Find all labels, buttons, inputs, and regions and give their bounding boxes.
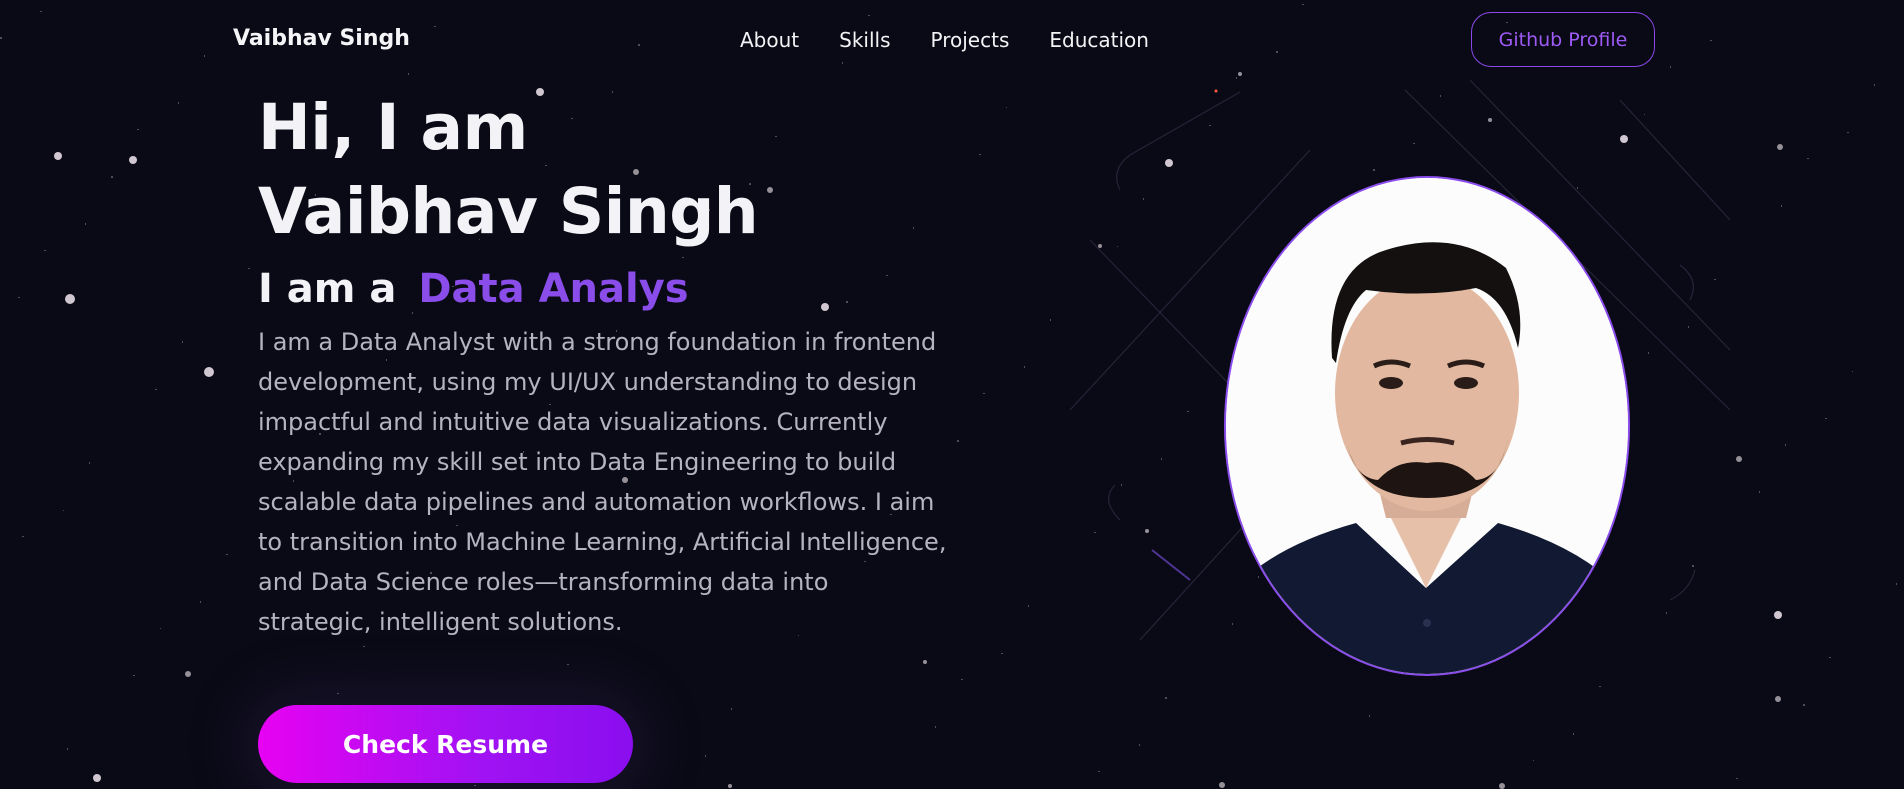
star-speck bbox=[133, 674, 135, 677]
star-speck bbox=[474, 784, 476, 787]
star-speck bbox=[181, 341, 184, 343]
star-dot bbox=[93, 774, 101, 782]
star-speck bbox=[199, 601, 202, 603]
check-resume-button[interactable]: Check Resume bbox=[258, 705, 633, 783]
star-speck bbox=[155, 388, 157, 391]
star-dot bbox=[1777, 144, 1783, 150]
star-speck bbox=[1368, 715, 1371, 717]
role-typewriter-text: Data Analys bbox=[418, 266, 689, 312]
star-speck bbox=[226, 553, 228, 556]
star-speck bbox=[177, 102, 180, 104]
star-speck bbox=[44, 249, 46, 252]
star-speck bbox=[159, 627, 161, 629]
star-speck bbox=[111, 176, 113, 178]
hero-image-area bbox=[1040, 80, 1760, 680]
star-speck bbox=[1572, 733, 1575, 735]
star-speck bbox=[983, 392, 985, 395]
star-speck bbox=[18, 296, 20, 299]
hero-role: I am a Data Analys bbox=[258, 266, 948, 312]
star-speck bbox=[1005, 106, 1007, 108]
star-speck bbox=[1851, 370, 1853, 372]
star-speck bbox=[1829, 656, 1831, 659]
star-speck bbox=[248, 267, 250, 270]
hero-description: I am a Data Analyst with a strong founda… bbox=[258, 328, 947, 636]
star-speck bbox=[1098, 770, 1100, 773]
star-speck bbox=[1001, 652, 1003, 655]
star-speck bbox=[22, 535, 24, 538]
star-speck bbox=[704, 755, 707, 757]
star-speck bbox=[1807, 157, 1809, 160]
star-dot bbox=[728, 784, 732, 788]
star-speck bbox=[1023, 366, 1026, 368]
brand-logo[interactable]: Vaibhav Singh bbox=[233, 26, 410, 51]
star-speck bbox=[1784, 444, 1787, 446]
star-speck bbox=[337, 692, 339, 695]
star-dot bbox=[65, 294, 75, 304]
star-speck bbox=[88, 462, 91, 464]
star-speck bbox=[1895, 583, 1898, 585]
star-dot bbox=[1499, 783, 1505, 789]
nav-link-skills[interactable]: Skills bbox=[839, 28, 890, 52]
nav-link-about[interactable]: About bbox=[740, 28, 799, 52]
star-speck bbox=[1138, 744, 1141, 746]
star-speck bbox=[1780, 205, 1783, 207]
star-speck bbox=[979, 153, 981, 156]
star-speck bbox=[137, 128, 139, 131]
star-dot bbox=[1775, 696, 1781, 702]
star-dot bbox=[54, 152, 62, 160]
star-speck bbox=[1165, 697, 1167, 699]
star-speck bbox=[961, 678, 963, 681]
star-speck bbox=[84, 223, 87, 225]
star-speck bbox=[1027, 605, 1030, 607]
star-speck bbox=[66, 748, 69, 750]
star-speck bbox=[1599, 685, 1601, 688]
star-dot bbox=[129, 156, 137, 164]
star-speck bbox=[1736, 777, 1738, 780]
star-speck bbox=[62, 509, 64, 511]
star-speck bbox=[934, 726, 937, 728]
person-portrait-icon bbox=[1226, 178, 1628, 674]
star-speck bbox=[1803, 704, 1805, 706]
star-speck bbox=[730, 708, 733, 710]
nav-link-projects[interactable]: Projects bbox=[931, 28, 1010, 52]
hero-name: Vaibhav Singh bbox=[258, 175, 759, 248]
star-dot bbox=[185, 671, 191, 677]
star-dot bbox=[1774, 611, 1782, 619]
star-speck bbox=[1873, 84, 1876, 86]
star-dot bbox=[1219, 782, 1225, 788]
hero-intro: Hi, I am Vaibhav Singh I am a Data Analy… bbox=[258, 86, 948, 666]
profile-photo bbox=[1224, 176, 1630, 676]
hero-greeting: Hi, I am bbox=[258, 91, 528, 164]
nav-links: About Skills Projects Education bbox=[740, 28, 1149, 52]
star-dot bbox=[204, 367, 214, 377]
github-profile-button[interactable]: Github Profile bbox=[1471, 12, 1655, 67]
star-speck bbox=[1825, 417, 1827, 420]
role-prefix: I am a bbox=[258, 266, 397, 312]
star-speck bbox=[1532, 759, 1534, 761]
star-speck bbox=[1847, 131, 1849, 134]
top-navbar: Vaibhav Singh About Skills Projects Educ… bbox=[0, 0, 1904, 80]
star-speck bbox=[957, 440, 959, 442]
nav-link-education[interactable]: Education bbox=[1049, 28, 1149, 52]
